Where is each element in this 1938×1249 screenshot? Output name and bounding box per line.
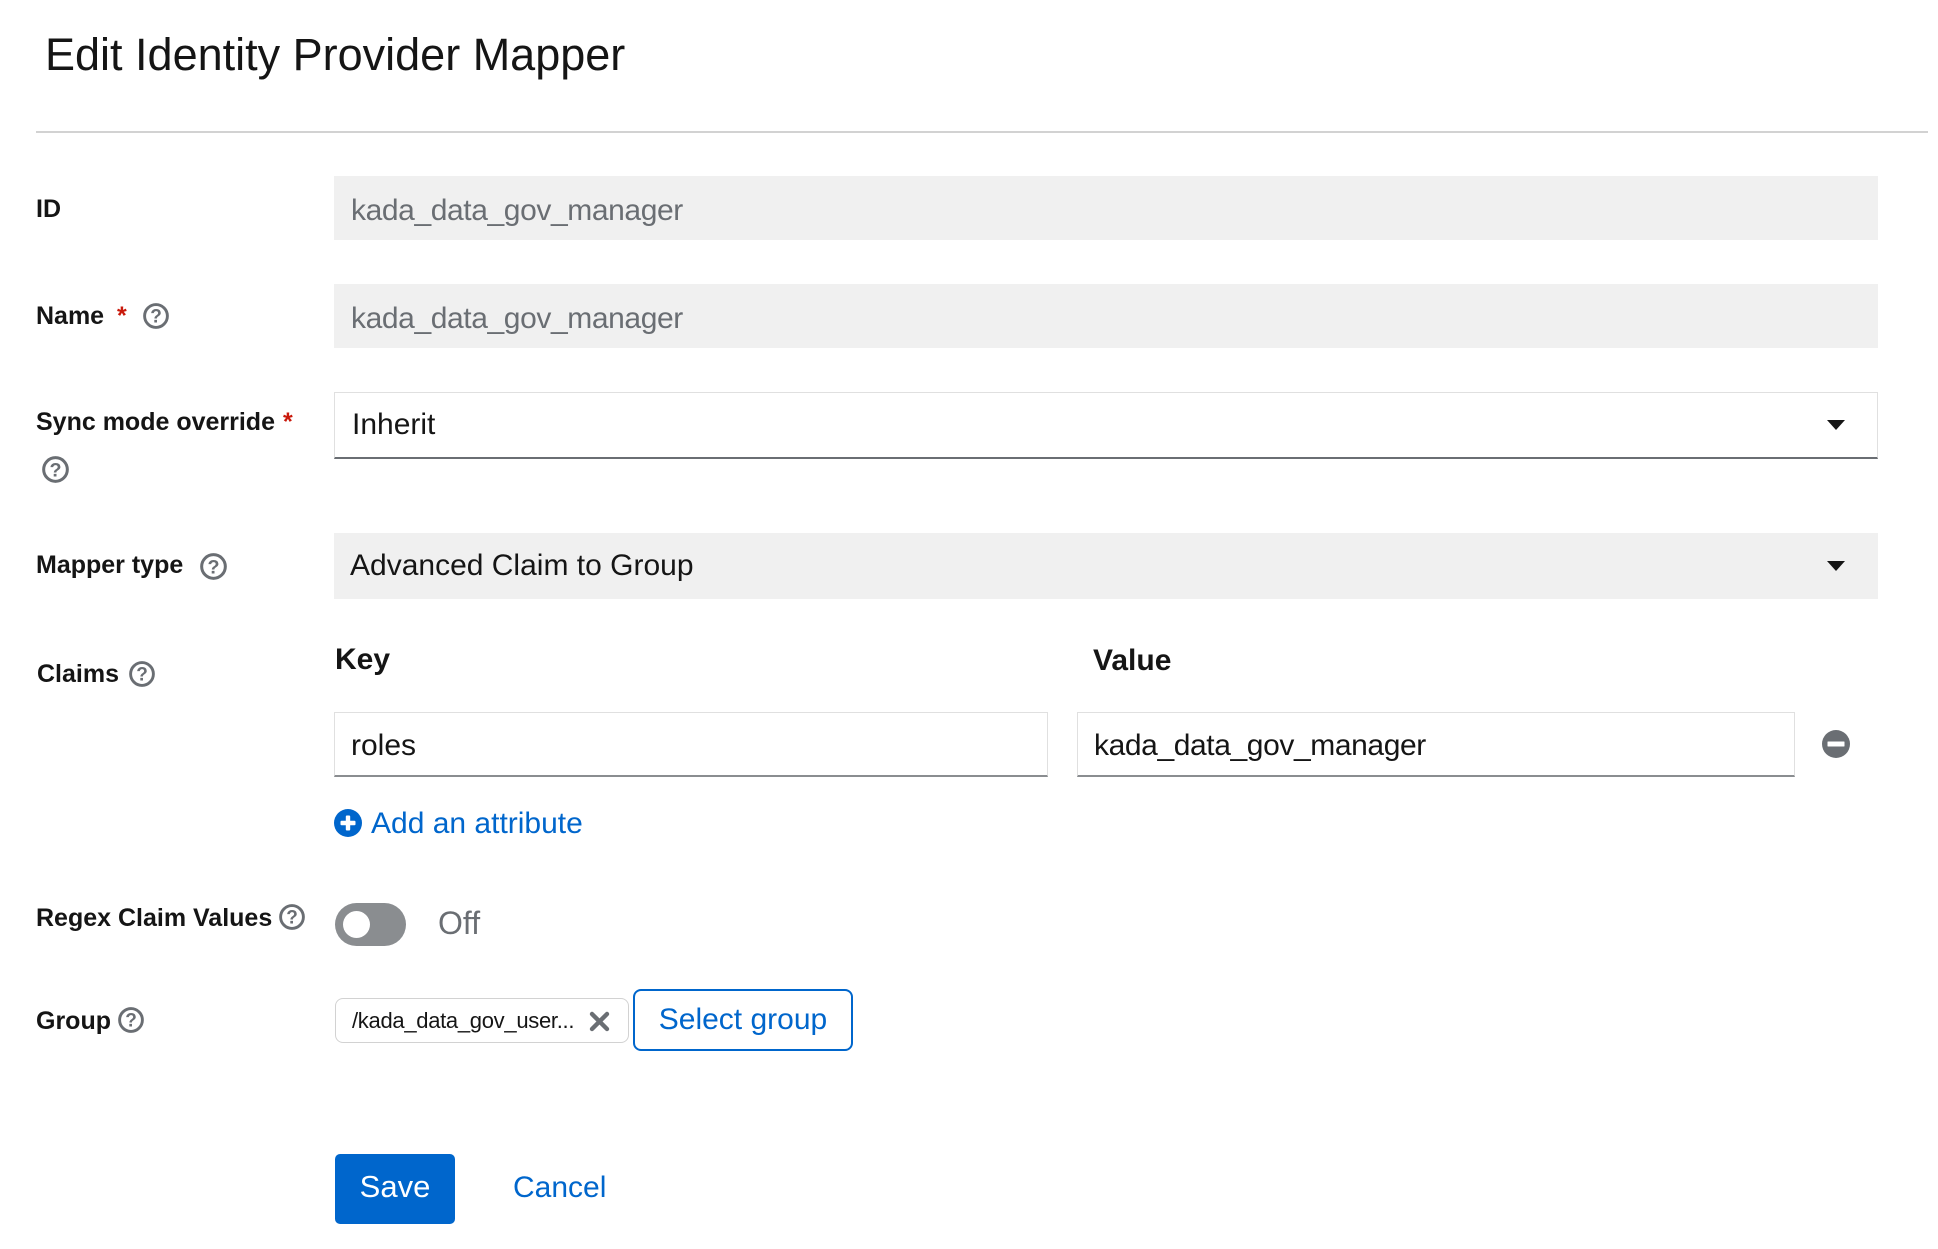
svg-text:?: ? <box>207 556 219 578</box>
svg-text:?: ? <box>136 665 148 686</box>
svg-text:?: ? <box>286 908 298 929</box>
svg-text:?: ? <box>49 459 61 481</box>
svg-text:?: ? <box>150 307 162 328</box>
svg-text:?: ? <box>125 1011 137 1032</box>
